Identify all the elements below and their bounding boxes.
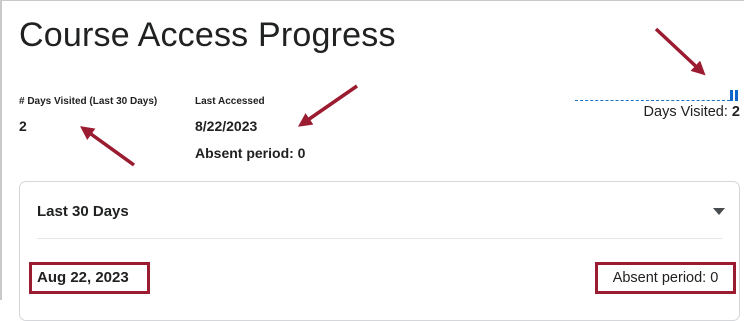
- days-visited-label: # Days Visited (Last 30 Days): [19, 96, 158, 107]
- access-date: Aug 22, 2023: [29, 262, 150, 294]
- sparkline-baseline: [575, 100, 730, 101]
- frame-edge-top: [0, 0, 744, 1]
- annotation-arrow: [297, 84, 358, 127]
- last-30-days-panel: Last 30 Days: [19, 181, 740, 321]
- days-visited-caption-value: 2: [731, 104, 740, 120]
- panel-divider: [37, 238, 722, 239]
- last-accessed-value: 8/22/2023: [195, 118, 258, 134]
- annotation-arrow: [654, 27, 706, 76]
- last-accessed-label: Last Accessed: [195, 96, 265, 107]
- page-title: Course Access Progress: [19, 16, 396, 54]
- days-visited-value: 2: [19, 118, 27, 134]
- sparkline-bar: [730, 90, 733, 101]
- days-visited-caption-label: Days Visited:: [643, 104, 728, 120]
- annotation-arrow: [80, 126, 136, 167]
- days-visited-sparkline: [575, 89, 740, 103]
- row-absent-period: Absent period: 0: [595, 262, 736, 294]
- frame-edge: [0, 0, 2, 300]
- sparkline-bar: [735, 90, 738, 101]
- panel-header-label[interactable]: Last 30 Days: [37, 203, 129, 220]
- days-visited-caption: Days Visited: 2: [644, 104, 740, 120]
- chevron-down-icon[interactable]: [713, 208, 725, 215]
- absent-period-text: Absent period: 0: [195, 145, 306, 161]
